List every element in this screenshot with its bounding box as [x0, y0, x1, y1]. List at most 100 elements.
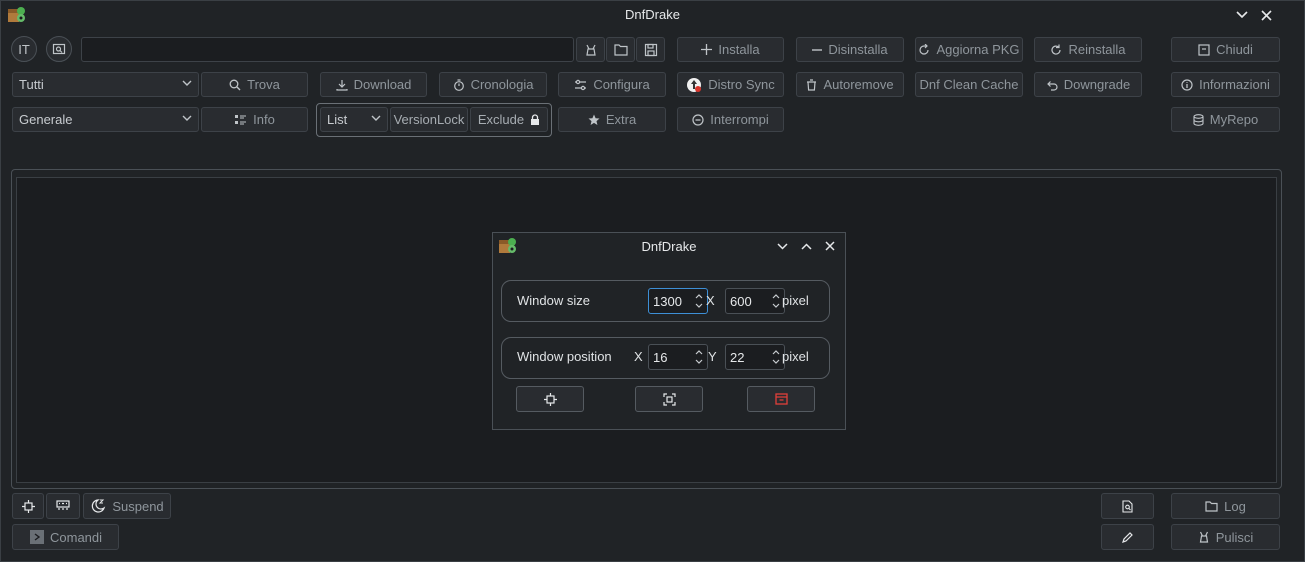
close-app-label: Chiudi: [1216, 42, 1253, 57]
install-button[interactable]: Installa: [677, 37, 784, 62]
clean-search-button[interactable]: [576, 37, 605, 62]
dialog-maximize-button[interactable]: [799, 239, 813, 253]
edit-button[interactable]: [1101, 524, 1154, 550]
package-filter-value: Tutti: [19, 77, 44, 92]
star-icon: [588, 114, 600, 125]
folder-icon: [1205, 500, 1218, 512]
suspend-label: Suspend: [112, 498, 164, 514]
myrepo-label: MyRepo: [1209, 112, 1259, 127]
update-button[interactable]: Aggiorna PKG: [915, 37, 1023, 62]
download-button[interactable]: Download: [320, 72, 427, 97]
distro-sync-button[interactable]: Distro Sync: [677, 72, 784, 97]
close-icon: [825, 241, 835, 251]
sync-icon: [687, 77, 702, 92]
info-button[interactable]: Info: [201, 107, 308, 132]
autoremove-label: Autoremove: [823, 77, 894, 92]
clean-button[interactable]: Pulisci: [1171, 524, 1280, 550]
download-icon: [335, 79, 348, 91]
broom-icon: [1199, 531, 1208, 543]
downgrade-button[interactable]: Downgrade: [1034, 72, 1142, 97]
exclude-button[interactable]: Exclude: [470, 107, 548, 132]
keyboard-icon: [56, 500, 70, 510]
window-x-value: 16: [653, 349, 668, 365]
dialog-minimize-button[interactable]: [775, 239, 789, 253]
versionlock-button[interactable]: VersionLock: [390, 107, 468, 132]
lock-icon: [531, 113, 540, 125]
information-button[interactable]: Informazioni: [1171, 72, 1280, 97]
window-x-spinbox[interactable]: 16: [648, 344, 708, 370]
spin-arrows-icon: [695, 350, 703, 364]
save-list-button[interactable]: [636, 37, 665, 62]
dialog-close-button[interactable]: [823, 239, 837, 253]
reset-window-button[interactable]: [747, 386, 815, 412]
reinstall-button[interactable]: Reinstalla: [1034, 37, 1142, 62]
find-button[interactable]: Trova: [201, 72, 308, 97]
window-title: DnfDrake: [625, 7, 680, 22]
extra-button[interactable]: Extra: [558, 107, 666, 132]
window-settings-button[interactable]: [12, 493, 44, 519]
suspend-button[interactable]: Suspend: [83, 493, 171, 519]
autoremove-button[interactable]: Autoremove: [796, 72, 904, 97]
window-width-spinbox[interactable]: 1300: [648, 288, 708, 314]
myrepo-button[interactable]: MyRepo: [1171, 107, 1280, 132]
stop-button[interactable]: Interrompi: [677, 107, 784, 132]
exit-icon: [1198, 43, 1210, 56]
extra-label: Extra: [605, 112, 637, 127]
close-icon: [1260, 9, 1272, 21]
close-button[interactable]: [1257, 6, 1275, 24]
reinstall-label: Reinstalla: [1068, 42, 1126, 57]
list-mode-select[interactable]: List: [320, 107, 388, 132]
close-app-button[interactable]: Chiudi: [1171, 37, 1280, 62]
keyboard-button[interactable]: [46, 493, 80, 519]
download-label: Download: [353, 77, 412, 92]
search-input[interactable]: [81, 37, 574, 62]
find-label: Trova: [247, 77, 280, 92]
update-icon: [919, 43, 930, 55]
chevron-down-icon: [371, 115, 381, 121]
information-label: Informazioni: [1199, 77, 1270, 92]
commands-button[interactable]: Comandi: [12, 524, 119, 550]
window-height-spinbox[interactable]: 600: [725, 288, 785, 314]
move-icon: [543, 392, 557, 406]
database-icon: [1193, 113, 1204, 126]
log-button[interactable]: Log: [1171, 493, 1280, 519]
clean-cache-button[interactable]: Dnf Clean Cache: [915, 72, 1023, 97]
open-file-button[interactable]: [606, 37, 635, 62]
pos-y-label: Y: [708, 349, 717, 364]
language-button[interactable]: IT: [11, 36, 37, 62]
terminal-icon: [30, 530, 44, 544]
search-filter-icon: [52, 43, 66, 55]
fullscreen-button[interactable]: [635, 386, 703, 412]
history-label: Cronologia: [470, 77, 534, 92]
dialog-title: DnfDrake: [641, 239, 697, 254]
history-button[interactable]: Cronologia: [439, 72, 547, 97]
center-window-button[interactable]: [516, 386, 584, 412]
exclude-label: Exclude: [477, 112, 525, 127]
pencil-icon: [1122, 531, 1133, 543]
window-width-value: 1300: [653, 293, 682, 309]
search-options-button[interactable]: [46, 36, 72, 62]
chevron-up-icon: [800, 242, 812, 250]
window-y-spinbox[interactable]: 22: [725, 344, 785, 370]
move-icon: [21, 499, 35, 513]
reset-icon: [774, 393, 788, 405]
minimize-button[interactable]: [1233, 6, 1251, 24]
fullscreen-icon: [662, 392, 676, 406]
package-filter-select[interactable]: Tutti: [12, 72, 199, 97]
stopwatch-icon: [453, 78, 464, 91]
chevron-down-icon: [182, 80, 192, 86]
pos-x-label: X: [634, 349, 643, 364]
category-select[interactable]: Generale: [12, 107, 199, 132]
window-height-value: 600: [730, 293, 752, 309]
details-icon: [235, 114, 247, 124]
uninstall-label: Disinstalla: [828, 42, 888, 57]
versionlock-label: VersionLock: [393, 112, 465, 127]
search-icon: [229, 79, 241, 90]
uninstall-button[interactable]: Disinstalla: [796, 37, 904, 62]
window-position-label: Window position: [517, 349, 612, 364]
view-log-file-button[interactable]: [1101, 493, 1154, 519]
configure-button[interactable]: Configura: [558, 72, 666, 97]
moon-sleep-icon: [92, 499, 106, 513]
spin-arrows-icon: [695, 294, 703, 308]
trash-icon: [807, 78, 817, 91]
